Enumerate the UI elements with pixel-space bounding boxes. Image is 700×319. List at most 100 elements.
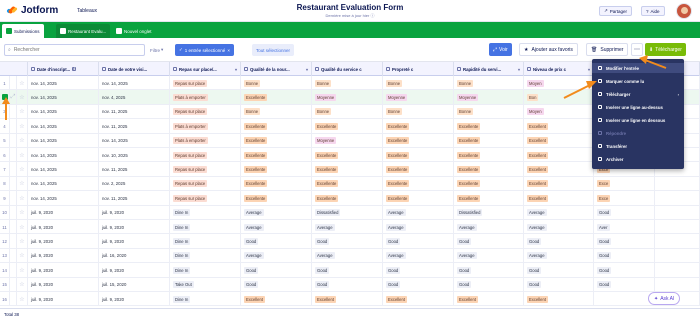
row-number[interactable]: 8	[0, 176, 10, 191]
table-cell[interactable]: Dissatisfied	[454, 205, 524, 220]
table-cell[interactable]: Excellente	[312, 176, 383, 191]
table-cell[interactable]: Dissatisfied	[312, 205, 383, 220]
table-cell[interactable]: Average	[524, 205, 594, 220]
table-cell[interactable]: Excellent	[524, 148, 594, 162]
table-cell[interactable]	[655, 234, 700, 249]
table-cell[interactable]: Excellente	[241, 191, 312, 206]
star-icon[interactable]: ☆	[17, 119, 28, 134]
table-row[interactable]: 15 ☆ juil. 9, 2020 juil. 15, 2020 Take Out Go…	[0, 277, 700, 292]
star-icon[interactable]: ☆	[17, 191, 28, 206]
menu-item-mail[interactable]: Marquer comme lu	[592, 76, 684, 86]
chevron-down-icon[interactable]: ▾	[518, 67, 520, 72]
tab-submissions[interactable]: Submissions	[2, 24, 44, 38]
table-cell[interactable]: Bonne	[241, 76, 312, 90]
table-cell[interactable]: Dine In	[170, 248, 241, 263]
row-number[interactable]: 11	[0, 220, 10, 234]
row-number[interactable]: 1	[0, 76, 10, 90]
table-row[interactable]: 8 ☆ nov. 14, 2025 nov. 2, 2025 Repas sur pla…	[0, 176, 700, 192]
table-cell[interactable]: Excellente	[241, 119, 312, 134]
table-cell[interactable]: nov. 2, 2025	[99, 176, 170, 191]
star-icon[interactable]: ☆	[17, 263, 28, 278]
search-box[interactable]: ⌕	[4, 44, 145, 56]
table-cell[interactable]: Moyenne	[454, 90, 524, 105]
table-cell[interactable]: Average	[241, 248, 312, 263]
table-cell[interactable]: Average	[383, 205, 454, 220]
table-cell[interactable]: Excellente	[241, 133, 312, 148]
table-cell[interactable]: Dine In	[170, 220, 241, 234]
table-cell[interactable]: Good	[594, 248, 655, 263]
column-header[interactable]: Rapidité du servi... ▾	[454, 62, 524, 76]
table-cell[interactable]: Average	[312, 220, 383, 234]
table-cell[interactable]: Bonne	[312, 104, 383, 119]
star-icon[interactable]: ☆	[17, 76, 28, 90]
add-favorite-button[interactable]: ★ Ajouter aux favoris	[519, 43, 578, 56]
table-cell[interactable]: nov. 14, 2025	[28, 76, 99, 90]
select-all-button[interactable]: Tout sélectionner	[252, 44, 295, 56]
table-cell[interactable]: nov. 14, 2025	[28, 148, 99, 162]
table-cell[interactable]: Moyenne	[312, 133, 383, 148]
row-number[interactable]: 13	[0, 248, 10, 263]
table-cell[interactable]: Dine In	[170, 234, 241, 249]
table-cell[interactable]: Excellent	[524, 191, 594, 206]
table-cell[interactable]: juil. 9, 2020	[28, 292, 99, 306]
table-cell[interactable]: Excellente	[241, 148, 312, 162]
table-cell[interactable]: Bonne	[383, 76, 454, 90]
table-cell[interactable]: nov. 14, 2025	[28, 104, 99, 119]
table-cell[interactable]: Good	[594, 234, 655, 249]
table-cell[interactable]: Moyen	[524, 76, 594, 90]
selected-entries-chip[interactable]: ✓ 1 entrée sélectionné ×	[175, 44, 234, 56]
star-icon[interactable]: ☆	[17, 104, 28, 119]
table-cell[interactable]: juil. 15, 2020	[99, 277, 170, 292]
table-cell[interactable]: Dine In	[170, 263, 241, 278]
table-cell[interactable]: Average	[524, 220, 594, 234]
table-cell[interactable]: nov. 14, 2025	[28, 119, 99, 134]
table-cell[interactable]: Excellente	[312, 191, 383, 206]
table-cell[interactable]: Excellente	[312, 162, 383, 177]
table-cell[interactable]: nov. 14, 2025	[99, 76, 170, 90]
table-cell[interactable]: juil. 9, 2020	[28, 220, 99, 234]
table-cell[interactable]	[655, 263, 700, 278]
table-cell[interactable]: Good	[312, 263, 383, 278]
table-cell[interactable]: nov. 11, 2025	[99, 104, 170, 119]
star-icon[interactable]: ☆	[17, 292, 28, 306]
column-header[interactable]: Qualité de la nour... ▾	[241, 62, 312, 76]
table-row[interactable]: 11 ☆ juil. 9, 2020 juil. 9, 2020 Dine In Aver…	[0, 220, 700, 235]
table-row[interactable]: 16 ☆ juil. 9, 2020 juil. 9, 2020 Dine In Exce…	[0, 292, 700, 307]
table-cell[interactable]: Excellente	[312, 148, 383, 162]
table-cell[interactable]	[655, 220, 700, 234]
table-cell[interactable]: Plats à emporter	[170, 119, 241, 134]
star-icon[interactable]: ☆	[17, 220, 28, 234]
table-cell[interactable]: Good	[524, 277, 594, 292]
table-cell[interactable]: Repas sur place	[170, 162, 241, 177]
table-cell[interactable]: Repas sur place	[170, 104, 241, 119]
table-cell[interactable]	[655, 191, 700, 206]
table-cell[interactable]: nov. 14, 2025	[28, 133, 99, 148]
row-number[interactable]: 5	[0, 133, 10, 148]
table-cell[interactable]: Excellente	[241, 176, 312, 191]
table-cell[interactable]: nov. 14, 2025	[99, 133, 170, 148]
table-cell[interactable]: Bonne	[454, 104, 524, 119]
table-cell[interactable]: juil. 9, 2020	[99, 220, 170, 234]
row-number[interactable]: 6	[0, 148, 10, 162]
table-cell[interactable]: Good	[312, 234, 383, 249]
table-cell[interactable]: Good	[524, 263, 594, 278]
search-input[interactable]	[13, 47, 134, 53]
table-cell[interactable]	[655, 277, 700, 292]
row-number[interactable]: 9	[0, 191, 10, 206]
expand-row-icon[interactable]: ⤢	[10, 90, 17, 105]
table-row[interactable]: 12 ☆ juil. 9, 2020 juil. 9, 2020 Dine In Good…	[0, 234, 700, 249]
table-cell[interactable]: nov. 14, 2025	[28, 191, 99, 206]
table-cell[interactable]: Excellent	[524, 119, 594, 134]
table-cell[interactable]: Excellent	[524, 292, 594, 306]
table-cell[interactable]: Excellente	[454, 176, 524, 191]
table-cell[interactable]: Plats à emporter	[170, 90, 241, 105]
table-cell[interactable]	[655, 248, 700, 263]
table-cell[interactable]: juil. 9, 2020	[28, 263, 99, 278]
star-icon[interactable]: ☆	[17, 90, 28, 105]
close-icon[interactable]: ×	[227, 48, 230, 53]
table-cell[interactable]: nov. 14, 2025	[28, 90, 99, 105]
table-cell[interactable]: Excellent	[454, 292, 524, 306]
table-cell[interactable]: Exce	[594, 191, 655, 206]
table-cell[interactable]: Good	[241, 263, 312, 278]
column-header[interactable]: Propreté c	[383, 62, 454, 76]
